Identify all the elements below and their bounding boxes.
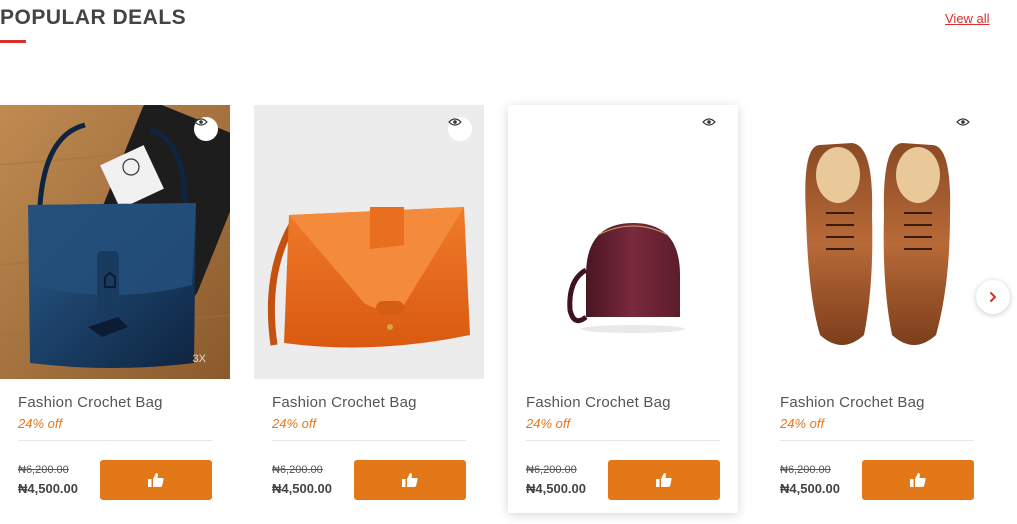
- current-price: ₦4,500.00: [272, 481, 332, 496]
- product-card[interactable]: Fashion Crochet Bag 24% off ₦6,200.00 ₦4…: [254, 105, 484, 510]
- divider: [526, 440, 720, 441]
- like-button[interactable]: [354, 460, 466, 500]
- product-card[interactable]: Fashion Crochet Bag 24% off ₦6,200.00 ₦4…: [762, 105, 992, 510]
- product-card[interactable]: 3X Fashion Crochet Bag 24% off ₦6,200.00…: [0, 105, 230, 510]
- product-image[interactable]: [508, 105, 738, 379]
- thumbs-up-icon: [148, 473, 164, 487]
- eye-icon: [956, 118, 970, 126]
- divider: [272, 440, 466, 441]
- divider: [780, 440, 974, 441]
- view-all-link[interactable]: View all: [945, 11, 990, 26]
- current-price: ₦4,500.00: [18, 481, 78, 496]
- thumbs-up-icon: [910, 473, 926, 487]
- quick-view-button[interactable]: [448, 117, 472, 141]
- discount-label: 24% off: [18, 416, 63, 431]
- current-price: ₦4,500.00: [526, 481, 586, 496]
- discount-label: 24% off: [526, 416, 571, 431]
- carousel-next-button[interactable]: [976, 280, 1010, 314]
- eye-icon: [702, 118, 716, 126]
- eye-icon: [448, 118, 462, 126]
- old-price: ₦6,200.00: [780, 464, 831, 476]
- old-price: ₦6,200.00: [18, 464, 69, 476]
- quick-view-button[interactable]: [194, 117, 218, 141]
- title-underline: [0, 40, 26, 43]
- chevron-right-icon: [990, 292, 996, 302]
- product-name[interactable]: Fashion Crochet Bag: [272, 394, 417, 411]
- quick-view-button[interactable]: [956, 117, 980, 141]
- like-button[interactable]: [862, 460, 974, 500]
- divider: [18, 440, 212, 441]
- product-name[interactable]: Fashion Crochet Bag: [18, 394, 163, 411]
- product-image[interactable]: 3X: [0, 105, 230, 379]
- thumbs-up-icon: [656, 473, 672, 487]
- product-image[interactable]: [254, 105, 484, 379]
- discount-label: 24% off: [272, 416, 317, 431]
- product-name[interactable]: Fashion Crochet Bag: [780, 394, 925, 411]
- eye-icon: [194, 118, 208, 126]
- product-card[interactable]: Fashion Crochet Bag 24% off ₦6,200.00 ₦4…: [508, 105, 738, 513]
- like-button[interactable]: [608, 460, 720, 500]
- zoom-label: 3X: [192, 353, 206, 365]
- product-image[interactable]: [762, 105, 992, 379]
- old-price: ₦6,200.00: [272, 464, 323, 476]
- product-name[interactable]: Fashion Crochet Bag: [526, 394, 671, 411]
- old-price: ₦6,200.00: [526, 464, 577, 476]
- page-title: POPULAR DEALS: [0, 6, 187, 29]
- current-price: ₦4,500.00: [780, 481, 840, 496]
- thumbs-up-icon: [402, 473, 418, 487]
- quick-view-button[interactable]: [702, 117, 726, 141]
- like-button[interactable]: [100, 460, 212, 500]
- discount-label: 24% off: [780, 416, 825, 431]
